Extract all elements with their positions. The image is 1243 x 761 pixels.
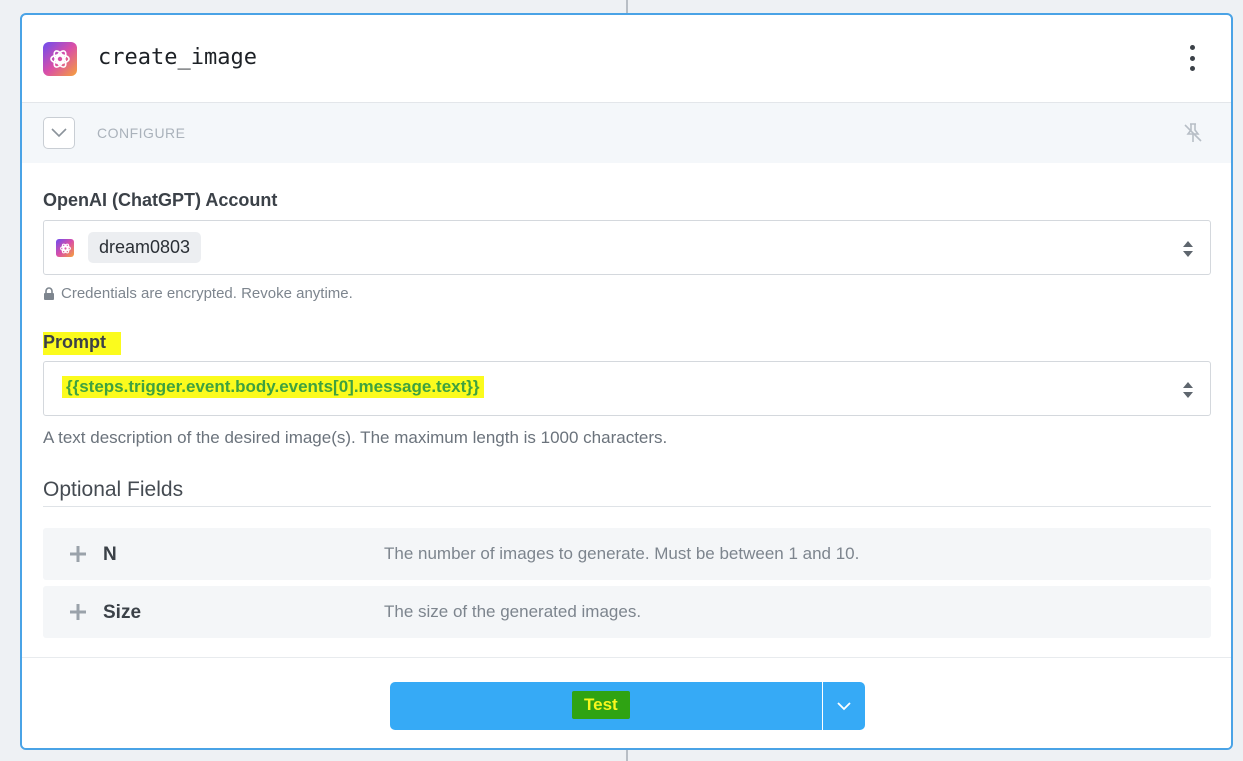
optional-field-n[interactable]: N The number of images to generate. Must… [43, 528, 1211, 580]
pin-off-icon[interactable] [1181, 121, 1205, 145]
account-select[interactable]: dream0803 [43, 220, 1211, 275]
account-field-label: OpenAI (ChatGPT) Account [43, 190, 278, 210]
step-header: create_image [22, 15, 1231, 103]
configure-section-header[interactable]: CONFIGURE [22, 103, 1231, 163]
divider [43, 506, 1211, 507]
prompt-description: A text description of the desired image(… [43, 428, 668, 447]
test-options-button[interactable] [823, 682, 865, 730]
test-button-label: Test [572, 691, 630, 719]
openai-logo-icon [56, 239, 74, 257]
openai-logo-icon [43, 42, 77, 76]
prompt-field-label: Prompt [43, 332, 121, 355]
optional-field-description: The number of images to generate. Must b… [384, 544, 860, 563]
optional-field-name: Size [103, 602, 142, 623]
optional-field-name: N [103, 544, 117, 565]
updown-arrows-icon [1183, 241, 1193, 257]
prompt-input[interactable]: {{steps.trigger.event.body.events[0].mes… [43, 361, 1211, 416]
credentials-note: Credentials are encrypted. Revoke anytim… [43, 285, 353, 302]
chevron-down-icon [837, 701, 851, 710]
prompt-value: {{steps.trigger.event.body.events[0].mes… [62, 376, 484, 398]
chevron-down-icon [51, 128, 67, 138]
plus-icon[interactable] [68, 544, 88, 564]
optional-field-size[interactable]: Size The size of the generated images. [43, 586, 1211, 638]
account-chip: dream0803 [88, 232, 202, 263]
step-card: create_image CONFIGURE OpenAI (ChatGPT) … [20, 13, 1233, 750]
connector-line-bottom [626, 750, 628, 761]
connector-line-top [626, 0, 628, 13]
updown-arrows-icon [1183, 382, 1193, 398]
configure-label: CONFIGURE [97, 125, 186, 141]
optional-field-description: The size of the generated images. [384, 602, 642, 621]
plus-icon[interactable] [68, 602, 88, 622]
step-footer: Test [22, 657, 1231, 748]
collapse-toggle-button[interactable] [43, 117, 75, 149]
test-button[interactable]: Test [390, 682, 822, 730]
lock-icon [44, 287, 54, 300]
step-title[interactable]: create_image [98, 45, 257, 70]
kebab-menu-icon[interactable] [1187, 45, 1197, 71]
credentials-note-text: Credentials are encrypted. Revoke anytim… [61, 285, 353, 302]
optional-fields-title: Optional Fields [43, 478, 184, 501]
